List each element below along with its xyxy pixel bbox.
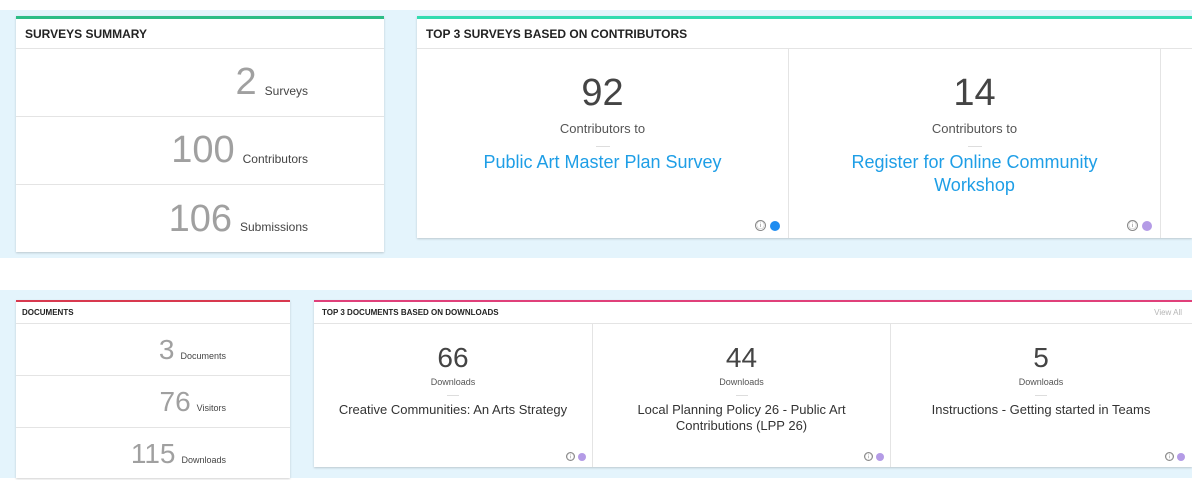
stat-downloads: 115 Downloads <box>16 428 290 480</box>
stat-visitors: 76 Visitors <box>16 376 290 428</box>
top-documents-title: TOP 3 DOCUMENTS BASED ON DOWNLOADS <box>322 308 499 317</box>
status-dot-icon <box>876 452 884 461</box>
stat-contributors: 100 Contributors <box>16 117 384 185</box>
download-count: 66 <box>437 342 469 373</box>
document-title[interactable]: Instructions - Getting started in Teams <box>906 402 1176 418</box>
divider <box>735 395 748 396</box>
stat-submissions: 106 Submissions <box>16 185 384 253</box>
divider <box>447 395 459 396</box>
survey-link[interactable]: Public Art Master Plan Survey <box>453 151 753 174</box>
document-title[interactable]: Creative Communities: An Arts Strategy <box>318 402 588 418</box>
contributor-count: 92 <box>581 72 624 114</box>
view-all-link[interactable]: View All <box>1154 302 1182 324</box>
status-dot-icon <box>578 452 586 461</box>
info-icon[interactable]: ⓘ <box>864 452 873 461</box>
documents-summary-card: DOCUMENTS 3 Documents 76 Visitors 115 Do… <box>16 300 290 478</box>
document-tile: 44 Downloads Local Planning Policy 26 - … <box>593 324 891 467</box>
contributor-caption: Contributors to <box>559 121 646 136</box>
status-dot-icon <box>1142 220 1152 231</box>
info-icon[interactable]: ⓘ <box>1165 452 1174 461</box>
stat-label: Downloads <box>181 455 226 465</box>
stat-label: Documents <box>180 350 226 361</box>
contributor-count: 14 <box>953 72 996 114</box>
download-caption: Downloads <box>1018 377 1064 387</box>
survey-link[interactable]: Register for Online Community Workshop <box>825 151 1125 197</box>
download-count: 44 <box>725 342 758 373</box>
stat-value: 76 <box>159 385 191 417</box>
download-caption: Downloads <box>719 377 764 387</box>
status-dot-icon <box>770 220 780 231</box>
download-caption: Downloads <box>430 377 476 387</box>
download-count: 5 <box>1033 342 1049 373</box>
stat-label: Surveys <box>264 83 308 98</box>
info-icon[interactable]: ⓘ <box>1127 220 1138 231</box>
stat-value: 106 <box>168 197 232 240</box>
documents-summary-title: DOCUMENTS <box>16 302 290 324</box>
top-documents-card: TOP 3 DOCUMENTS BASED ON DOWNLOADS View … <box>314 300 1192 467</box>
stat-surveys: 2 Surveys <box>16 49 384 117</box>
divider <box>1035 395 1047 396</box>
stat-value: 2 <box>235 61 257 103</box>
top-surveys-title: TOP 3 SURVEYS BASED ON CONTRIBUTORS <box>417 19 1192 49</box>
divider <box>967 146 982 147</box>
survey-tile: 14 Contributors to Register for Online C… <box>789 49 1161 238</box>
stat-value: 3 <box>158 333 175 365</box>
surveys-summary-card: SURVEYS SUMMARY 2 Surveys 100 Contributo… <box>16 16 384 252</box>
top-surveys-card: TOP 3 SURVEYS BASED ON CONTRIBUTORS 92 C… <box>417 16 1192 238</box>
status-dot-icon <box>1177 452 1185 461</box>
surveys-summary-title: SURVEYS SUMMARY <box>16 19 384 49</box>
document-tile: 5 Downloads Instructions - Getting start… <box>891 324 1191 467</box>
info-icon[interactable]: ⓘ <box>566 452 575 461</box>
survey-tile: 92 Contributors to Public Art Master Pla… <box>417 49 789 238</box>
document-title[interactable]: Local Planning Policy 26 - Public Art Co… <box>607 402 877 434</box>
contributor-caption: Contributors to <box>931 121 1018 136</box>
document-tile: 66 Downloads Creative Communities: An Ar… <box>314 324 593 467</box>
info-icon[interactable]: ⓘ <box>755 220 766 231</box>
divider <box>595 146 610 147</box>
stat-label: Visitors <box>196 402 226 413</box>
stat-value: 115 <box>130 438 176 469</box>
stat-documents: 3 Documents <box>16 324 290 376</box>
stat-value: 100 <box>171 129 235 171</box>
top-documents-header: TOP 3 DOCUMENTS BASED ON DOWNLOADS View … <box>314 302 1192 324</box>
stat-label: Contributors <box>242 151 308 166</box>
stat-label: Submissions <box>239 220 308 234</box>
